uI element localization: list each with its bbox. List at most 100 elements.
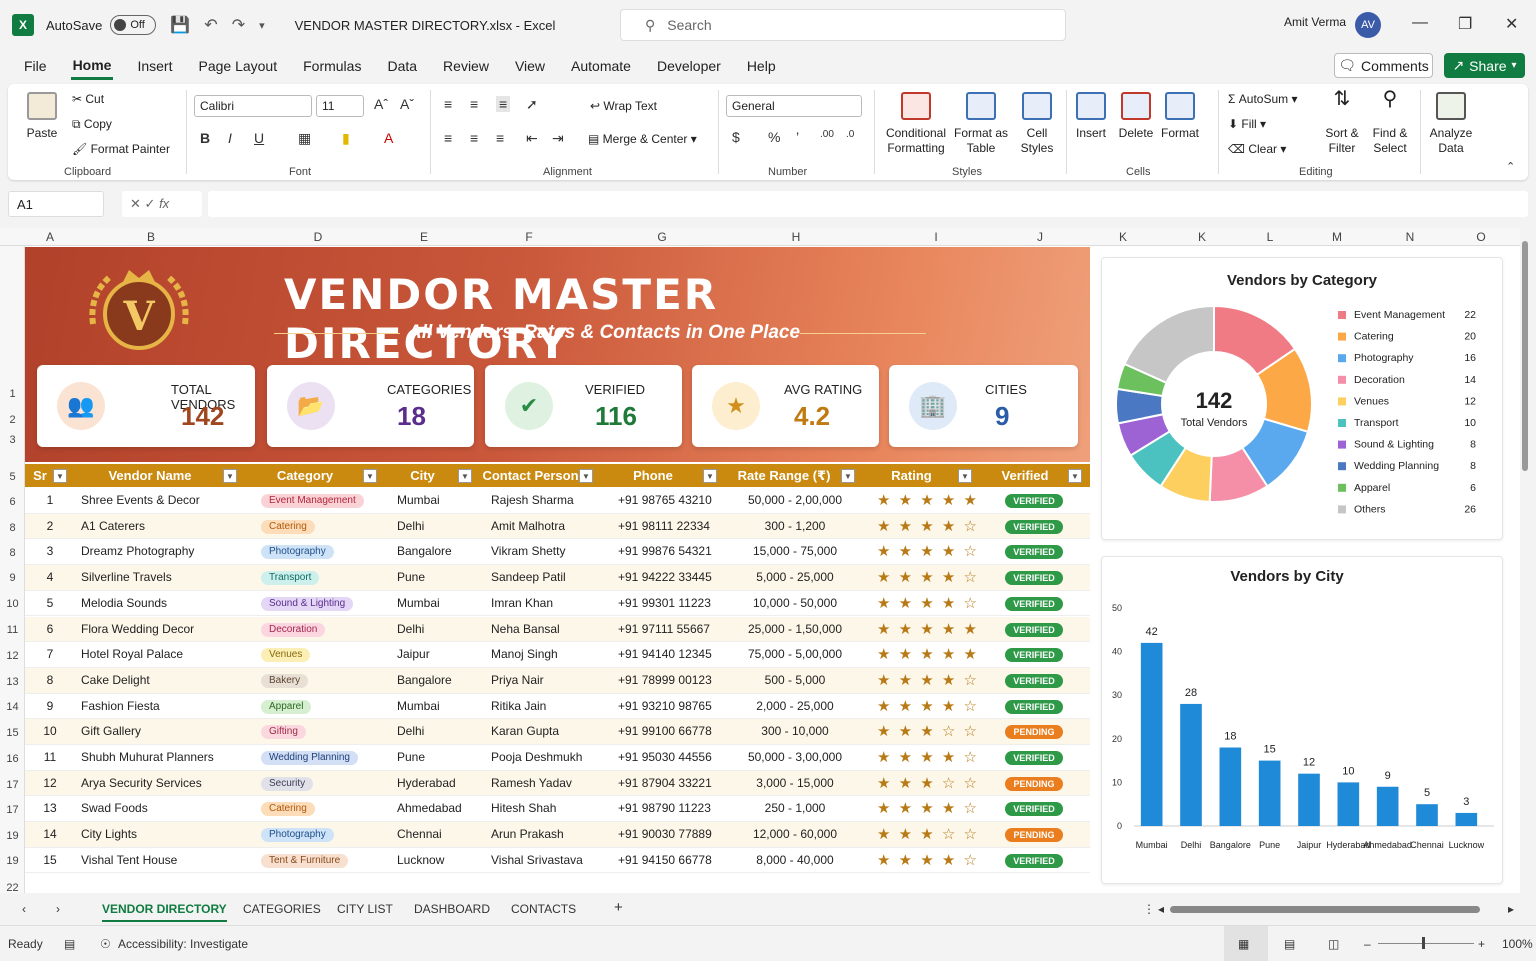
search-box[interactable]: ⚲ Search	[620, 9, 1066, 41]
status-badge[interactable]: VERIFIED	[1005, 802, 1063, 817]
wrap-text-button[interactable]: ↩ Wrap Text	[590, 99, 657, 113]
sheet-tab-contacts[interactable]: CONTACTS	[511, 902, 576, 916]
cell-phone[interactable]: +91 99100 66778	[618, 719, 712, 744]
row-header[interactable]: 17	[0, 779, 25, 791]
status-badge[interactable]: VERIFIED	[1005, 545, 1063, 560]
cell-phone[interactable]: +91 94140 12345	[618, 642, 712, 667]
row-header[interactable]: 5	[0, 471, 25, 483]
status-badge[interactable]: VERIFIED	[1005, 751, 1063, 765]
rating-stars[interactable]: ★ ★ ★ ★ ★	[877, 617, 979, 642]
prev-sheet-icon[interactable]: ‹	[22, 902, 26, 916]
row-header[interactable]: 1	[0, 388, 25, 400]
cell-contact[interactable]: Manoj Singh	[491, 642, 558, 667]
filter-dropdown-icon[interactable]: ▼	[958, 469, 972, 483]
cell-contact[interactable]: Pooja Deshmukh	[491, 745, 582, 770]
status-badge[interactable]: VERIFIED	[1005, 596, 1063, 611]
cell-vendor-name[interactable]: Melodia Sounds	[81, 591, 167, 616]
cell-rate[interactable]: 12,000 - 60,000	[743, 822, 847, 847]
column-header-I[interactable]: I	[916, 228, 956, 246]
cell-city[interactable]: Chennai	[397, 822, 442, 847]
orientation-icon[interactable]: ➚	[526, 96, 538, 113]
cell-phone[interactable]: +91 98790 11223	[618, 796, 711, 821]
cell-sr[interactable]: 13	[25, 796, 75, 821]
category-pill[interactable]: Bakery	[261, 673, 309, 688]
table-row[interactable]: 11 Shubh Muhurat Planners Wedding Planning…	[25, 745, 1090, 771]
cell-rate[interactable]: 8,000 - 40,000	[743, 848, 847, 873]
cell-contact[interactable]: Sandeep Patil	[491, 565, 566, 590]
delete-cells-button[interactable]: Delete	[1116, 92, 1156, 141]
rating-stars[interactable]: ★ ★ ★ ★ ☆	[877, 694, 979, 719]
redo-icon[interactable]: ↷	[232, 15, 245, 35]
status-badge[interactable]: PENDING	[1005, 725, 1063, 740]
cell-city[interactable]: Delhi	[397, 514, 424, 539]
cell-vendor-name[interactable]: Hotel Royal Palace	[81, 642, 183, 667]
row-header[interactable]: 10	[0, 598, 25, 610]
increase-decimal-icon[interactable]: .00	[820, 129, 834, 140]
table-row[interactable]: 15 Vishal Tent House Tent & Furniture Luckn…	[25, 848, 1090, 874]
percent-icon[interactable]: %	[768, 129, 780, 145]
column-header-G[interactable]: G	[642, 228, 682, 246]
formula-input[interactable]	[208, 191, 1528, 217]
page-break-icon[interactable]: ◫	[1328, 937, 1339, 951]
cell-sr[interactable]: 7	[25, 642, 75, 667]
close-icon[interactable]: ✕	[1505, 14, 1518, 34]
column-header-F[interactable]: F	[509, 228, 549, 246]
status-badge[interactable]: PENDING	[1005, 776, 1063, 791]
customize-toolbar-icon[interactable]: ▾	[259, 19, 265, 32]
sort-filter-button[interactable]: ⇅ Sort & Filter	[1320, 89, 1364, 156]
cell-sr[interactable]: 14	[25, 822, 75, 847]
tab-options-icon[interactable]: ⋮	[1143, 902, 1155, 916]
category-pill[interactable]: Gifting	[261, 725, 306, 740]
align-center-icon[interactable]: ≡	[470, 130, 478, 146]
zoom-out-icon[interactable]: –	[1364, 937, 1371, 951]
format-as-table-button[interactable]: Format as Table	[952, 92, 1010, 156]
table-row[interactable]: 13 Swad Foods Catering Ahmedabad Hitesh Shah…	[25, 796, 1090, 823]
cell-vendor-name[interactable]: A1 Caterers	[81, 514, 145, 539]
cancel-icon[interactable]: ✕	[130, 196, 141, 211]
cell-vendor-name[interactable]: Flora Wedding Decor	[81, 617, 194, 642]
row-header[interactable]: 11	[0, 624, 25, 636]
row-header[interactable]: 8	[0, 522, 25, 534]
menu-data[interactable]: Data	[385, 54, 419, 78]
cell-sr[interactable]: 4	[25, 565, 75, 590]
table-row[interactable]: 10 Gift Gallery Gifting Delhi Karan Gupta +91…	[25, 719, 1090, 745]
number-format-select[interactable]: General	[726, 95, 862, 117]
format-cells-button[interactable]: Format	[1160, 92, 1200, 141]
row-header[interactable]: 6	[0, 496, 25, 508]
cut-button[interactable]: ✂ Cut	[72, 92, 104, 106]
scroll-left-icon[interactable]: ◂	[1158, 902, 1164, 916]
cell-phone[interactable]: +91 87904 33221	[618, 771, 712, 796]
zoom-level[interactable]: 100%	[1502, 937, 1533, 951]
category-pill[interactable]: Decoration	[261, 622, 326, 637]
autosave-toggle[interactable]: Off	[110, 15, 157, 35]
align-bottom-icon[interactable]: ≡	[496, 96, 511, 112]
cell-rate[interactable]: 25,000 - 1,50,000	[743, 617, 847, 642]
cell-sr[interactable]: 3	[25, 539, 75, 564]
sheet-tab-city-list[interactable]: CITY LIST	[337, 902, 393, 916]
cell-city[interactable]: Hyderabad	[397, 771, 456, 796]
cell-phone[interactable]: +91 94150 66778	[618, 848, 712, 873]
column-header-A[interactable]: A	[30, 228, 70, 246]
rating-stars[interactable]: ★ ★ ★ ★ ☆	[877, 745, 979, 770]
column-header-O[interactable]: O	[1461, 228, 1501, 246]
category-pill[interactable]: Sound & Lighting	[261, 596, 354, 611]
cell-sr[interactable]: 5	[25, 591, 75, 616]
next-sheet-icon[interactable]: ›	[56, 902, 60, 916]
fill-color-icon[interactable]: ▮	[342, 130, 350, 147]
save-icon[interactable]: 💾	[170, 15, 190, 35]
cell-rate[interactable]: 2,000 - 25,000	[743, 694, 847, 719]
row-header[interactable]: 12	[0, 650, 25, 662]
increase-indent-icon[interactable]: ⇥	[552, 130, 564, 147]
menu-file[interactable]: File	[22, 54, 49, 78]
status-badge[interactable]: VERIFIED	[1005, 648, 1063, 663]
column-header-L[interactable]: L	[1250, 228, 1290, 246]
cell-contact[interactable]: Vikram Shetty	[491, 539, 565, 564]
rating-stars[interactable]: ★ ★ ★ ☆ ☆	[877, 771, 979, 796]
accessibility-status[interactable]: Accessibility: Investigate	[118, 937, 248, 951]
table-row[interactable]: 2 A1 Caterers Catering Delhi Amit Malhotra +9…	[25, 513, 1090, 540]
column-header-K[interactable]: K	[1182, 228, 1222, 246]
avatar[interactable]: AV	[1355, 12, 1381, 38]
menu-view[interactable]: View	[513, 54, 547, 78]
cell-rate[interactable]: 15,000 - 75,000	[743, 539, 847, 564]
rating-stars[interactable]: ★ ★ ★ ☆ ☆	[877, 822, 979, 847]
